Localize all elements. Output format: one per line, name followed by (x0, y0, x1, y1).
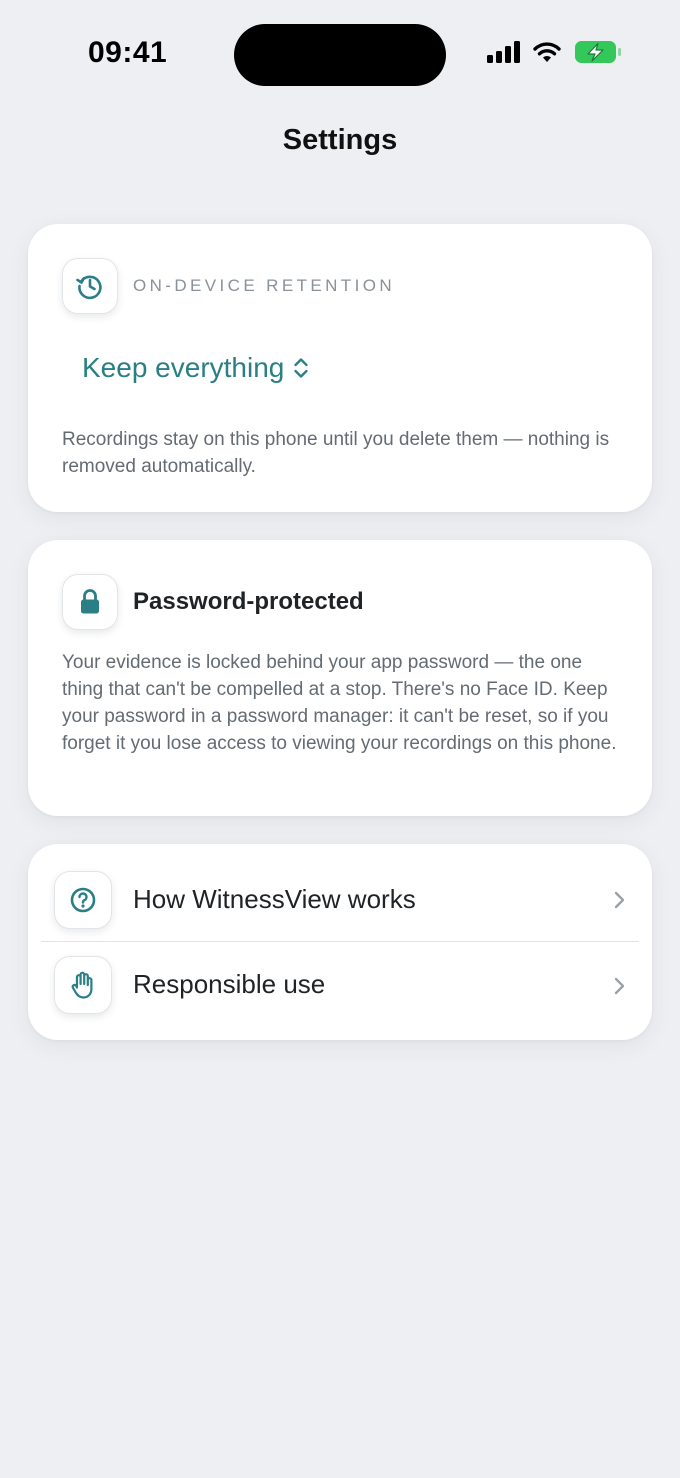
password-description: Your evidence is locked behind your app … (62, 652, 617, 754)
status-bar: 09:41 (0, 0, 680, 110)
how-it-works-icon-badge (54, 871, 112, 929)
link-how-it-works-label: How WitnessView works (133, 884, 416, 914)
retention-selected-value: Keep everything (82, 352, 285, 383)
link-responsible-use-label: Responsible use (133, 969, 326, 999)
link-how-it-works[interactable]: How WitnessView works (28, 844, 652, 941)
link-responsible-use[interactable]: Responsible use (28, 942, 652, 1040)
dynamic-island (234, 24, 446, 86)
password-card: Password-protected Your evidence is lock… (28, 540, 652, 816)
retention-section-label: ON-DEVICE RETENTION (133, 276, 396, 295)
lock-icon (81, 589, 99, 614)
page-title: Settings (282, 124, 398, 156)
chevron-up-down-icon (294, 358, 309, 378)
responsible-use-icon-badge (54, 956, 112, 1014)
chevron-right-icon (614, 977, 625, 995)
wifi-icon (533, 42, 561, 62)
status-icons (487, 40, 622, 64)
retention-picker[interactable]: Keep everything (82, 352, 310, 384)
hand-raised-icon (71, 971, 93, 999)
history-clock-icon (76, 275, 102, 300)
links-card: How WitnessView works Responsible use (28, 844, 652, 1040)
battery-charging-icon (575, 41, 621, 63)
password-title: Password-protected (133, 588, 364, 615)
password-icon-badge (62, 574, 118, 630)
cellular-signal-icon (487, 41, 520, 63)
retention-card: ON-DEVICE RETENTION Keep everything Reco… (28, 224, 652, 512)
status-time: 09:41 (88, 36, 168, 69)
retention-icon-badge (62, 258, 118, 314)
question-circle-icon (70, 887, 96, 913)
retention-description: Recordings stay on this phone until you … (62, 429, 610, 477)
chevron-right-icon (614, 891, 625, 909)
